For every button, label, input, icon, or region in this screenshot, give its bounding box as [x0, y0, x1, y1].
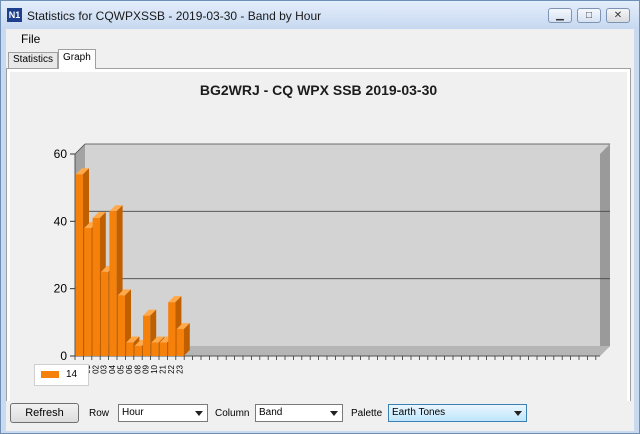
tab-graph[interactable]: Graph	[58, 49, 96, 69]
chart-legend: 14	[34, 364, 89, 386]
bar	[168, 302, 176, 356]
chevron-down-icon	[330, 411, 338, 416]
y-tick-label: 40	[54, 214, 68, 228]
chevron-down-icon	[195, 411, 203, 416]
column-label: Column	[215, 408, 250, 419]
bar	[143, 315, 151, 356]
bar	[101, 271, 109, 356]
client-area: File Statistics Graph BG2WRJ - CQ WPX SS…	[6, 29, 634, 431]
window-title: Statistics for CQWPXSSB - 2019-03-30 - B…	[27, 9, 322, 23]
chevron-down-icon	[514, 411, 522, 416]
column-select-value: Band	[259, 407, 283, 418]
y-tick-label: 0	[60, 349, 67, 363]
legend-label: 14	[66, 369, 78, 380]
row-label: Row	[89, 408, 110, 419]
menu-bar: File	[6, 29, 634, 49]
tab-strip: Statistics Graph	[6, 49, 634, 69]
row-select-value: Hour	[122, 407, 144, 418]
bar	[151, 342, 159, 356]
bar	[84, 228, 92, 356]
bar	[126, 342, 134, 356]
chart-back-wall	[85, 144, 610, 346]
menu-file[interactable]: File	[21, 32, 40, 46]
maximize-icon: □	[585, 10, 593, 21]
legend-swatch	[41, 371, 59, 378]
bar	[109, 211, 117, 356]
bottom-toolbar: Refresh Row Hour Column Band Palette Ear…	[6, 401, 634, 429]
close-icon: ✕	[613, 10, 623, 21]
statistics-window: N1 Statistics for CQWPXSSB - 2019-03-30 …	[0, 0, 640, 434]
tab-statistics[interactable]: Statistics	[8, 52, 59, 68]
y-tick-label: 60	[54, 147, 68, 161]
minimize-icon: ▁	[556, 10, 564, 21]
palette-select[interactable]: Earth Tones	[388, 404, 527, 422]
bar	[75, 174, 83, 356]
row-select[interactable]: Hour	[118, 404, 208, 422]
bar	[117, 295, 125, 356]
y-tick-label: 20	[54, 282, 68, 296]
maximize-button[interactable]: □	[577, 8, 601, 23]
close-button[interactable]: ✕	[606, 8, 630, 23]
column-select[interactable]: Band	[255, 404, 343, 422]
chart-area: BG2WRJ - CQ WPX SSB 2019-03-30 020406000…	[10, 72, 627, 417]
title-bar[interactable]: N1 Statistics for CQWPXSSB - 2019-03-30 …	[1, 1, 639, 29]
minimize-button[interactable]: ▁	[548, 8, 572, 23]
bar	[134, 345, 142, 356]
palette-select-value: Earth Tones	[392, 407, 446, 418]
chart-right-wall	[600, 144, 610, 356]
palette-label: Palette	[351, 408, 383, 419]
bar	[92, 217, 100, 356]
bar	[176, 329, 184, 356]
x-tick-label: 23	[175, 364, 184, 373]
graph-tab-panel: BG2WRJ - CQ WPX SSB 2019-03-30 020406000…	[6, 68, 631, 422]
bar	[159, 342, 167, 356]
n1mm-logo-icon: N1	[7, 8, 22, 22]
bar-chart: 020406000010203040506080910212223	[54, 143, 610, 374]
refresh-button[interactable]: Refresh	[10, 403, 79, 423]
